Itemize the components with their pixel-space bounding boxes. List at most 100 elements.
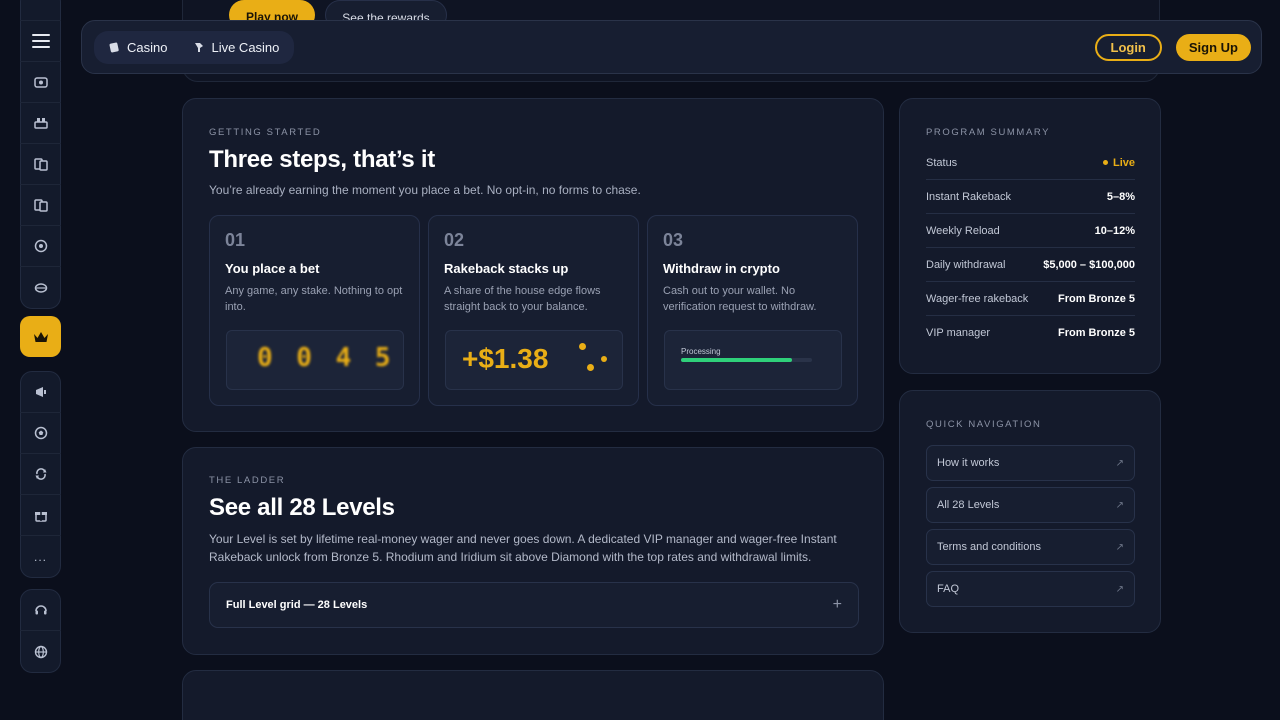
sidebar-item-promotions[interactable] xyxy=(20,372,61,413)
summary-value: 5–8% xyxy=(1106,190,1135,203)
sidebar-item-language[interactable] xyxy=(20,631,61,672)
cards-icon xyxy=(33,158,48,171)
login-button[interactable]: Login xyxy=(1094,33,1162,61)
rakeback-visual: +$1.38 xyxy=(445,330,623,390)
next-section-card xyxy=(182,670,884,720)
soccer-ball-icon xyxy=(34,426,47,440)
sidebar-extra-group: ... xyxy=(20,371,61,578)
withdraw-visual: Processing xyxy=(664,330,842,390)
summary-row: VIP manager From Bronze 5 xyxy=(926,316,1135,350)
level-grid-accordion[interactable]: Full Level grid — 28 Levels + xyxy=(209,582,859,628)
step-title: You place a bet xyxy=(225,261,320,276)
sidebar-support-group xyxy=(20,589,61,673)
quick-navigation-card: QUICK NAVIGATION How it works ↗ All 28 L… xyxy=(899,390,1161,633)
menu-icon xyxy=(31,34,50,48)
step-card-3: 03 Withdraw in crypto Cash out to your w… xyxy=(647,215,858,406)
summary-row: Daily withdrawal $5,000 – $100,000 xyxy=(926,248,1135,282)
sidebar-item-support[interactable] xyxy=(20,590,61,631)
summary-row: Wager-free rakeback From Bronze 5 xyxy=(926,282,1135,316)
ladder-description: Your Level is set by lifetime real-money… xyxy=(209,532,837,564)
sidebar-item-more[interactable]: ... xyxy=(20,536,61,577)
program-summary-card: PROGRAM SUMMARY Status Live Instant Rake… xyxy=(899,98,1161,374)
sidebar-item-baccarat[interactable] xyxy=(20,185,61,226)
step-card-1: 01 You place a bet Any game, any stake. … xyxy=(209,215,420,406)
quick-nav-label: FAQ xyxy=(937,583,960,595)
status-value: Live xyxy=(1112,156,1135,169)
processing-label: Processing xyxy=(681,347,721,356)
table-games-icon xyxy=(33,118,48,129)
status-badge: Live xyxy=(1102,156,1135,169)
tab-live-casino[interactable]: Live Casino xyxy=(181,34,291,61)
tab-casino[interactable]: Casino xyxy=(97,34,179,61)
summary-row: Instant Rakeback 5–8% xyxy=(926,180,1135,214)
top-navigation: Casino Live Casino Login Sign Up xyxy=(81,20,1262,74)
globe-icon xyxy=(34,645,47,658)
summary-value: $5,000 – $100,000 xyxy=(1043,258,1135,271)
live-games-icon xyxy=(34,282,47,293)
bet-counter-digits: 0 0 4 5 xyxy=(257,343,395,373)
step-card-2: 02 Rakeback stacks up A share of the hou… xyxy=(428,215,639,406)
slots-icon xyxy=(33,77,48,88)
baccarat-icon xyxy=(33,199,48,212)
sidebar-item-menu[interactable] xyxy=(20,21,61,62)
sidebar-item-exchange[interactable] xyxy=(20,454,61,495)
quick-nav-all-levels[interactable]: All 28 Levels ↗ xyxy=(926,487,1135,523)
step-description: Any game, any stake. Nothing to opt into… xyxy=(225,285,403,313)
accordion-label: Full Level grid — 28 Levels xyxy=(226,599,368,611)
summary-key: Weekly Reload xyxy=(926,224,1000,237)
arrow-up-right-icon: ↗ xyxy=(1115,457,1124,469)
summary-value: 10–12% xyxy=(1094,224,1135,237)
refresh-icon xyxy=(35,468,46,480)
sidebar-item-top[interactable] xyxy=(20,0,61,21)
summary-key: Wager-free rakeback xyxy=(926,292,1029,305)
sidebar-item-cards[interactable] xyxy=(20,144,61,185)
summary-key: VIP manager xyxy=(926,327,991,339)
summary-table: Status Live Instant Rakeback 5–8% Weekly… xyxy=(926,146,1135,350)
roulette-icon xyxy=(34,239,47,253)
sidebar-item-roulette[interactable] xyxy=(20,226,61,267)
megaphone-icon xyxy=(35,387,46,397)
summary-key: Status xyxy=(926,156,958,169)
live-casino-icon xyxy=(195,43,204,52)
sidebar-item-live[interactable] xyxy=(20,267,61,308)
live-dot-icon xyxy=(1102,160,1108,165)
quick-nav-faq[interactable]: FAQ ↗ xyxy=(926,571,1135,607)
step-title: Withdraw in crypto xyxy=(663,261,780,276)
step-title: Rakeback stacks up xyxy=(444,261,569,276)
sidebar-item-rewards[interactable] xyxy=(20,495,61,536)
processing-track xyxy=(681,358,812,362)
step-description: Cash out to your wallet. No verification… xyxy=(663,285,817,313)
sidebar-item-table-games[interactable] xyxy=(20,103,61,144)
tab-live-casino-label: Live Casino xyxy=(211,39,280,55)
rakeback-amount: +$1.38 xyxy=(462,343,549,374)
steps-eyebrow: GETTING STARTED xyxy=(209,127,322,138)
sidebar-item-slots[interactable] xyxy=(20,62,61,103)
summary-eyebrow: PROGRAM SUMMARY xyxy=(926,127,1051,138)
quick-nav-how-it-works[interactable]: How it works ↗ xyxy=(926,445,1135,481)
sidebar-item-sports[interactable] xyxy=(20,413,61,454)
headset-icon xyxy=(34,605,47,615)
plus-icon: + xyxy=(832,596,842,613)
summary-row-status: Status Live xyxy=(926,146,1135,180)
step-description: A share of the house edge flows straight… xyxy=(444,285,601,313)
steps-title: Three steps, that’s it xyxy=(209,146,435,173)
coin-dot xyxy=(601,356,607,362)
quick-nav-label: Terms and conditions xyxy=(937,541,1041,553)
sidebar-item-vip[interactable] xyxy=(20,316,61,357)
step-number: 01 xyxy=(225,230,246,250)
ladder-eyebrow: THE LADDER xyxy=(209,475,286,486)
ladder-title: See all 28 Levels xyxy=(209,494,395,521)
coin-dot xyxy=(587,364,594,371)
casino-icon xyxy=(109,42,119,53)
arrow-up-right-icon: ↗ xyxy=(1115,499,1124,511)
bet-counter-visual: 0 0 4 5 xyxy=(226,330,404,390)
more-icon: ... xyxy=(33,549,47,564)
quick-nav-eyebrow: QUICK NAVIGATION xyxy=(926,419,1042,430)
ladder-card: THE LADDER See all 28 Levels Your Level … xyxy=(182,447,884,655)
tab-casino-label: Casino xyxy=(127,39,168,55)
steps-subtitle: You’re already earning the moment you pl… xyxy=(209,183,641,197)
quick-nav-terms[interactable]: Terms and conditions ↗ xyxy=(926,529,1135,565)
quick-nav-label: How it works xyxy=(937,457,1000,469)
sign-up-button[interactable]: Sign Up xyxy=(1175,33,1251,61)
step-number: 02 xyxy=(444,230,465,250)
